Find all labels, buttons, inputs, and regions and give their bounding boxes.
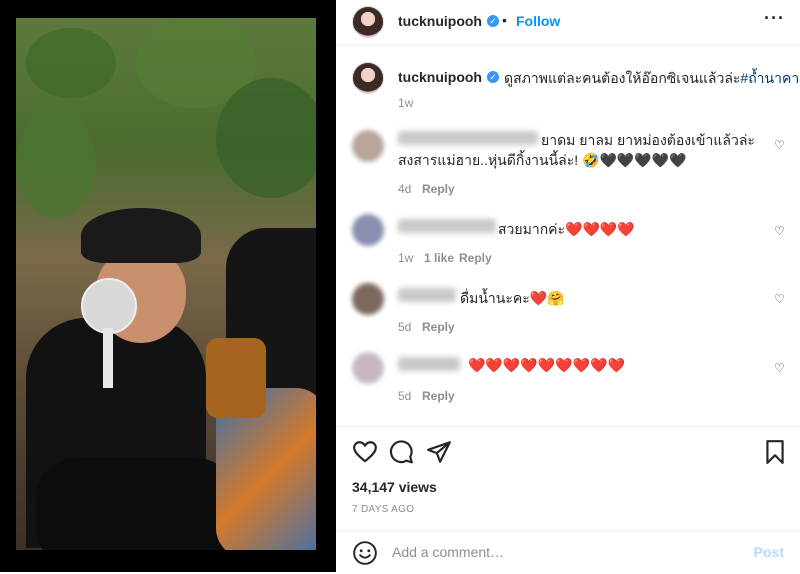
caption-hashtag[interactable]: #ถ้ำนาคา [740,70,799,86]
comment-username-blurred[interactable] [398,131,538,145]
caption-username[interactable]: tucknuipooh [398,69,482,85]
comment-username-blurred[interactable] [398,288,456,302]
view-count[interactable]: 34,147 views [352,479,437,495]
comment-input[interactable] [390,543,724,561]
comment-like-heart-icon[interactable]: ♡ [774,292,785,306]
reply-button[interactable]: Reply [422,182,455,196]
caption-avatar[interactable] [352,62,384,94]
caption-time: 1w [398,96,414,110]
author-avatar[interactable] [352,6,384,38]
post-actions: 34,147 views 7 DAYS AGO Post [336,426,800,573]
caption-text: ดูสภาพแต่ละคนต้องให้อ๊อกซิเจนแล้วล่ะ#ถ้ำ… [504,70,800,86]
comment-like-heart-icon[interactable]: ♡ [774,224,785,238]
comment-avatar[interactable] [352,352,384,384]
video-player[interactable] [16,18,316,550]
comment-username-blurred[interactable] [398,357,460,371]
add-comment-bar: Post [336,531,800,574]
comment-time: 5d [398,389,412,403]
comment-username-blurred[interactable] [398,219,496,233]
comment-text-line2: สงสารแม่ฮาย..หุ่นดีกิ้งานนี้ล่ะ! 🤣🖤🖤🖤🖤🖤 [398,152,687,168]
comment-text: ❤️❤️❤️❤️❤️❤️❤️❤️❤️ [468,357,625,373]
comment-avatar[interactable] [352,130,384,162]
comment-like-heart-icon[interactable]: ♡ [774,361,785,375]
comment-like-heart-icon[interactable]: ♡ [774,138,785,152]
post-header: tucknuipooh ✓ • Follow ··· [336,0,800,45]
comment-time: 5d [398,320,412,334]
comment-likes-count[interactable]: 1 like [424,251,454,265]
verified-badge-icon: ✓ [487,15,499,27]
reply-button[interactable]: Reply [422,389,455,403]
caption-verified-badge-icon: ✓ [487,71,499,83]
post-side-panel: tucknuipooh ✓ • Follow ··· tucknuipooh ✓… [336,0,800,572]
comment-text: ยาดม ยาลม ยาหม่องต้องเข้าแล้วล่ะ [541,132,755,148]
comment-bubble-icon[interactable] [388,439,414,465]
comment-avatar[interactable] [352,214,384,246]
person-sitting [206,218,316,550]
post-date: 7 DAYS AGO [352,504,415,515]
comment-time: 1w [398,251,414,265]
post-media[interactable] [0,0,336,572]
like-heart-icon[interactable] [352,439,378,465]
comment-text: สวยมากค่ะ❤️❤️❤️❤️ [498,221,635,237]
author-username[interactable]: tucknuipooh [398,13,482,29]
reply-button[interactable]: Reply [459,251,492,265]
person-with-fan [26,208,236,550]
more-options-icon[interactable]: ··· [764,8,785,29]
share-send-icon[interactable] [426,439,452,465]
comment-time: 4d [398,182,412,196]
follow-button[interactable]: Follow [516,13,560,29]
header-separator: • [502,12,507,28]
reply-button[interactable]: Reply [422,320,455,334]
save-bookmark-icon[interactable] [762,439,788,465]
emoji-icon[interactable] [352,540,378,566]
post-comment-button[interactable]: Post [754,544,784,560]
comment-text: ดื่มน้ำนะคะ❤️🤗 [460,290,565,306]
comment-avatar[interactable] [352,283,384,315]
